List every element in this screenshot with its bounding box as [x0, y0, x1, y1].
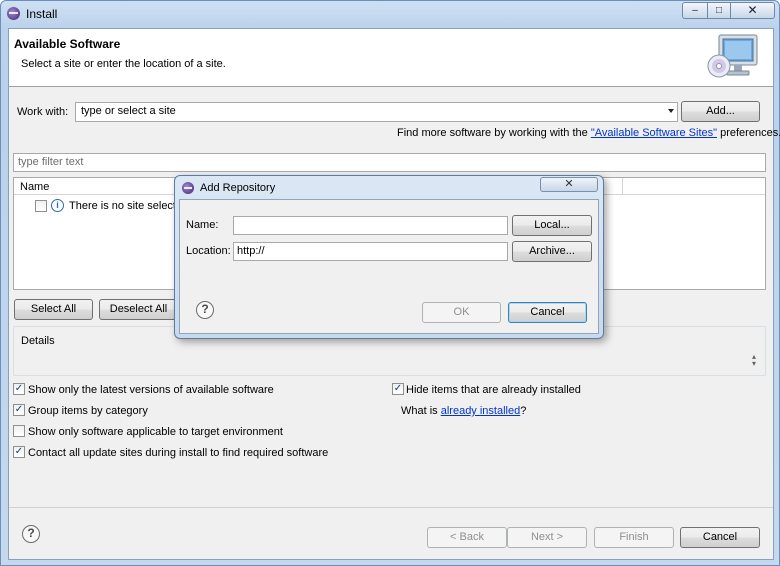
info-icon: i [51, 199, 64, 212]
location-label: Location: [186, 245, 231, 257]
tree-row-checkbox[interactable] [35, 200, 47, 212]
eclipse-icon [182, 182, 194, 194]
back-button[interactable]: < Back [427, 527, 507, 548]
group-by-category-checkbox[interactable]: ✓ [13, 404, 25, 416]
ok-button[interactable]: OK [422, 302, 501, 323]
local-button[interactable]: Local... [512, 215, 592, 236]
maximize-button[interactable]: □ [707, 2, 731, 19]
window-title: Install [26, 7, 58, 21]
install-software-icon [707, 34, 758, 78]
archive-button[interactable]: Archive... [512, 241, 592, 262]
details-label: Details [21, 335, 55, 347]
add-site-button[interactable]: Add... [681, 101, 760, 122]
tree-row-label: There is no site selected. [69, 200, 192, 212]
install-window: Install – □ ✕ Available Software Select … [0, 0, 780, 566]
hide-installed-checkbox[interactable]: ✓ [392, 383, 404, 395]
help-icon[interactable]: ? [22, 525, 40, 543]
finish-button[interactable]: Finish [594, 527, 674, 548]
work-with-value: type or select a site [81, 105, 176, 117]
page-description: Select a site or enter the location of a… [21, 58, 226, 70]
footer-separator [9, 507, 773, 508]
minimize-button[interactable]: – [682, 2, 708, 19]
work-with-combo[interactable]: type or select a site [75, 102, 678, 122]
what-is-installed-text: What is already installed? [401, 405, 526, 417]
eclipse-icon [7, 7, 20, 20]
dialog-close-button[interactable]: ✕ [540, 177, 598, 192]
column-name-header[interactable]: Name [20, 181, 49, 193]
title-bar[interactable]: Install – □ ✕ [1, 1, 779, 27]
cancel-button[interactable]: Cancel [680, 527, 760, 548]
dialog-client: Name: Local... Location: http:// Archive… [179, 199, 599, 334]
contact-sites-label: Contact all update sites during install … [28, 447, 329, 459]
wizard-header: Available Software Select a site or ente… [9, 29, 773, 87]
contact-sites-checkbox[interactable]: ✓ [13, 446, 25, 458]
add-repository-dialog: Add Repository ✕ Name: Local... Location… [174, 175, 604, 339]
select-all-button[interactable]: Select All [14, 299, 93, 320]
name-field[interactable] [233, 216, 508, 235]
deselect-all-button[interactable]: Deselect All [99, 299, 178, 320]
details-scrollbar[interactable]: ▴ ▾ [752, 353, 760, 371]
find-more-suffix: preferences. [717, 127, 780, 139]
location-field[interactable]: http:// [233, 242, 508, 261]
chevron-down-icon[interactable] [668, 109, 674, 113]
work-with-label: Work with: [17, 106, 69, 118]
what-is-prefix: What is [401, 405, 441, 417]
column-separator [622, 178, 623, 195]
next-button[interactable]: Next > [507, 527, 587, 548]
what-is-suffix: ? [520, 405, 527, 417]
latest-versions-label: Show only the latest versions of availab… [28, 384, 274, 396]
target-env-checkbox[interactable] [13, 425, 25, 437]
help-icon[interactable]: ? [196, 301, 214, 319]
page-title: Available Software [14, 37, 121, 51]
find-more-prefix: Find more software by working with the [397, 127, 591, 139]
close-button[interactable]: ✕ [730, 2, 775, 19]
name-label: Name: [186, 219, 219, 231]
available-software-sites-link[interactable]: "Available Software Sites" [591, 127, 717, 139]
dialog-cancel-button[interactable]: Cancel [508, 302, 587, 323]
group-by-category-label: Group items by category [28, 405, 148, 417]
latest-versions-checkbox[interactable]: ✓ [13, 383, 25, 395]
find-more-text: Find more software by working with the "… [397, 127, 780, 139]
already-installed-link[interactable]: already installed [441, 405, 521, 417]
filter-input[interactable]: type filter text [13, 153, 766, 172]
dialog-title: Add Repository [200, 182, 276, 194]
target-env-label: Show only software applicable to target … [28, 426, 283, 438]
hide-installed-label: Hide items that are already installed [406, 384, 581, 396]
